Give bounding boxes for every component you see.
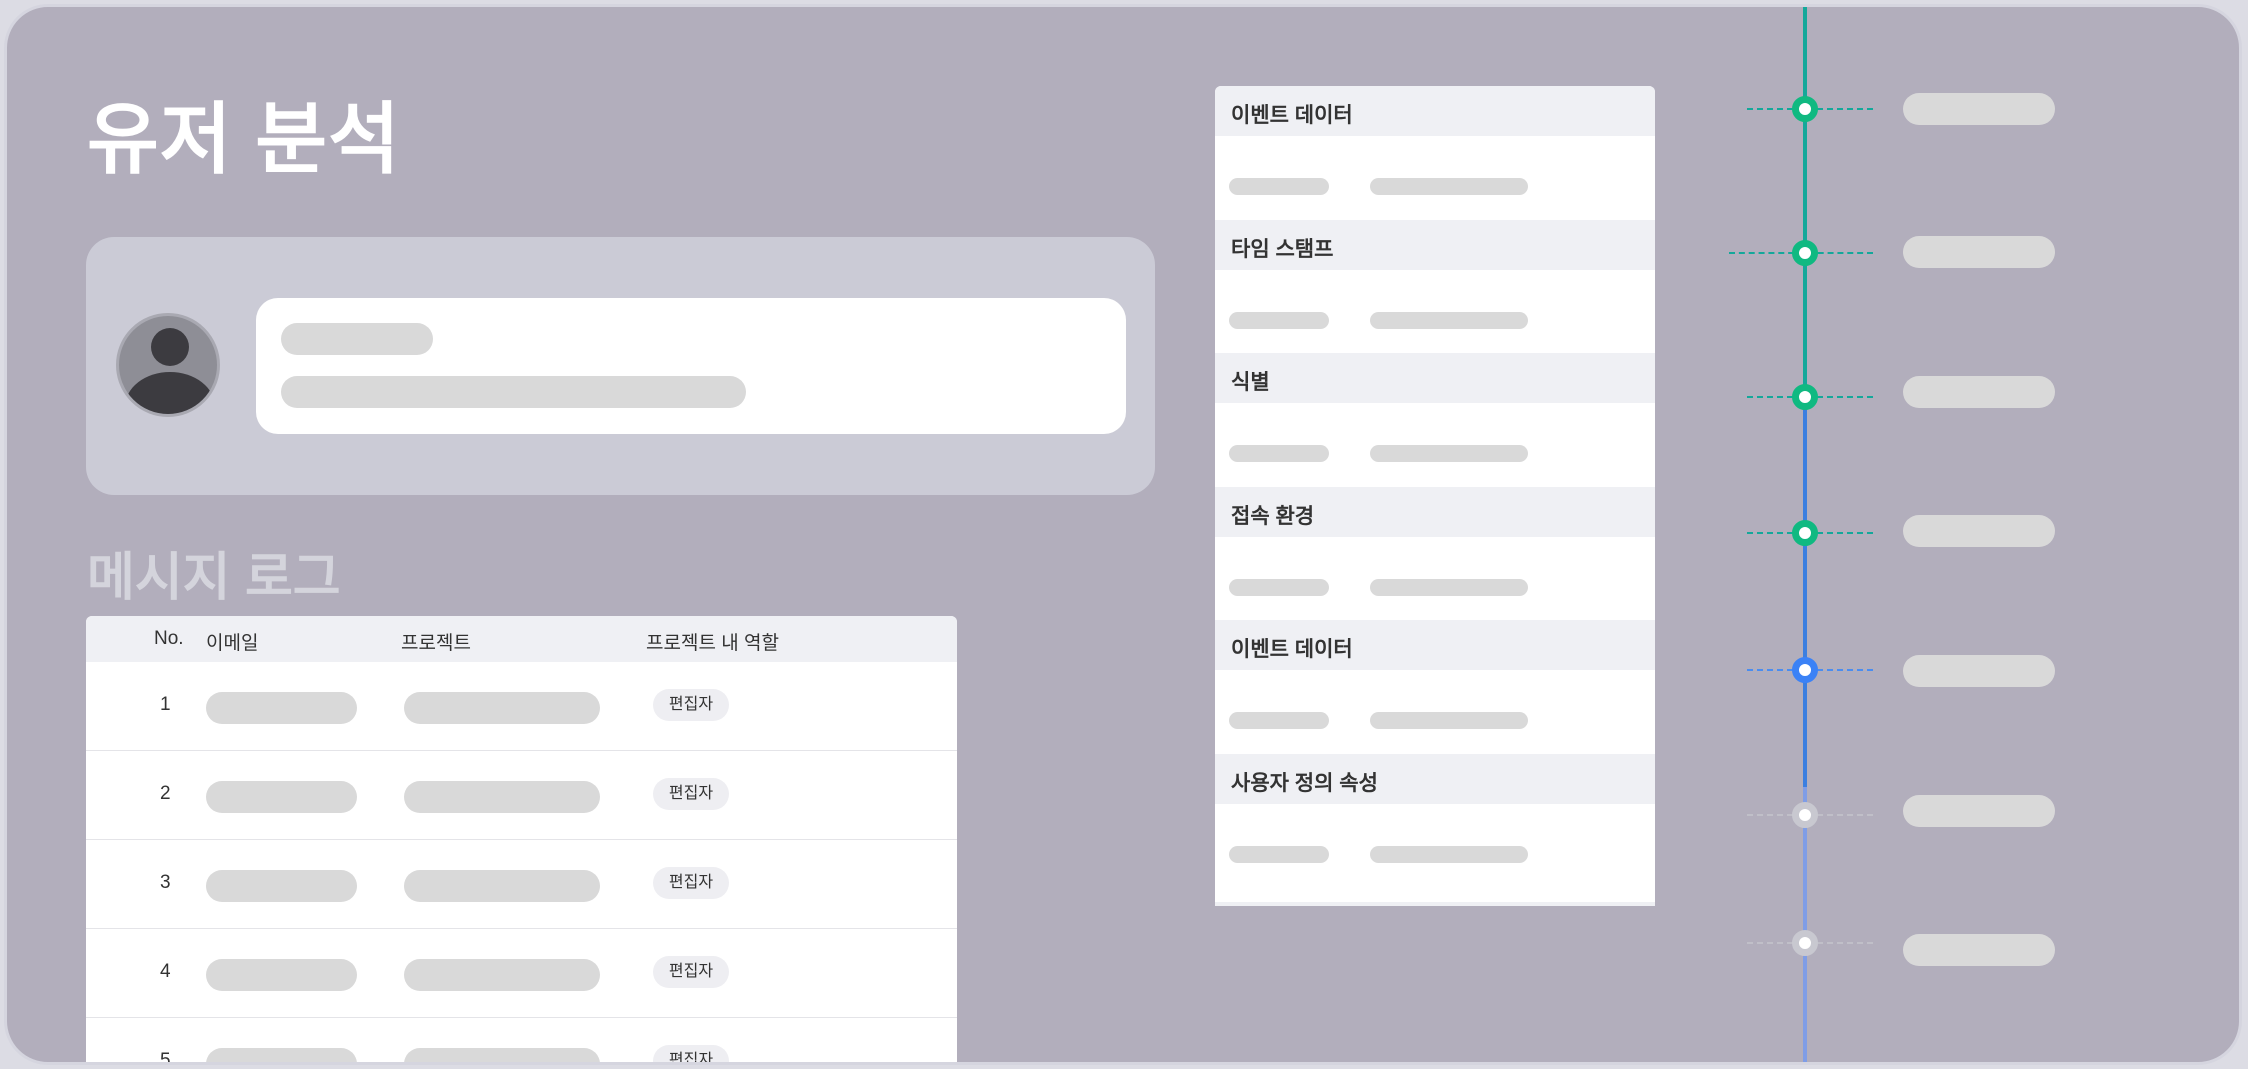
timeline-node[interactable] — [1792, 240, 1818, 266]
project-placeholder — [404, 1048, 600, 1062]
timeline-node[interactable] — [1792, 520, 1818, 546]
event-group-header: 식별 — [1215, 353, 1655, 403]
user-avatar-icon — [116, 313, 220, 417]
event-key-placeholder — [1229, 846, 1329, 863]
event-group-label: 접속 환경 — [1231, 505, 1315, 528]
timeline-node[interactable] — [1792, 96, 1818, 122]
user-detail-placeholder — [281, 376, 746, 408]
timeline-label-placeholder — [1903, 655, 2055, 687]
role-badge: 편집자 — [653, 1045, 729, 1062]
timeline-node[interactable] — [1792, 657, 1818, 683]
timeline-node[interactable] — [1792, 384, 1818, 410]
event-key-placeholder — [1229, 579, 1329, 596]
event-group-identity[interactable]: 식별 — [1215, 353, 1655, 487]
timeline-label-placeholder — [1903, 515, 2055, 547]
project-placeholder — [404, 959, 600, 991]
row-number: 2 — [160, 783, 171, 804]
event-group-label: 사용자 정의 속성 — [1231, 772, 1378, 795]
event-group-header: 이벤트 데이터 — [1215, 620, 1655, 670]
timeline-line-blue — [1803, 407, 1807, 787]
event-group-label: 식별 — [1231, 371, 1270, 394]
timeline-label-placeholder — [1903, 934, 2055, 966]
message-log-table: No. 이메일 프로젝트 프로젝트 내 역할 1 편집자 2 편집자 3 편집자… — [86, 616, 957, 1065]
event-value-placeholder — [1370, 712, 1528, 729]
row-number: 3 — [160, 872, 171, 893]
event-group-label: 이벤트 데이터 — [1231, 104, 1353, 127]
event-group-timestamp[interactable]: 타임 스탬프 — [1215, 220, 1655, 354]
table-row[interactable]: 3 편집자 — [86, 840, 957, 929]
timeline-label-placeholder — [1903, 93, 2055, 125]
event-key-placeholder — [1229, 312, 1329, 329]
event-group-custom-properties[interactable]: 사용자 정의 속성 — [1215, 754, 1655, 888]
user-info-box — [256, 298, 1126, 434]
event-value-placeholder — [1370, 312, 1528, 329]
event-group-event-data-2[interactable]: 이벤트 데이터 — [1215, 620, 1655, 754]
event-group-header: 사용자 정의 속성 — [1215, 754, 1655, 804]
role-badge: 편집자 — [653, 689, 729, 721]
email-placeholder — [206, 1048, 357, 1062]
timeline-node[interactable] — [1792, 930, 1818, 956]
timeline-line-faded — [1803, 787, 1807, 1062]
project-placeholder — [404, 692, 600, 724]
row-number: 4 — [160, 961, 171, 982]
event-group-environment[interactable]: 접속 환경 — [1215, 487, 1655, 621]
event-value-placeholder — [1370, 445, 1528, 462]
event-group-event-data[interactable]: 이벤트 데이터 — [1215, 86, 1655, 220]
column-header-no: No. — [154, 628, 184, 649]
project-placeholder — [404, 781, 600, 813]
column-header-project: 프로젝트 — [401, 633, 471, 654]
table-row[interactable]: 2 편집자 — [86, 751, 957, 840]
event-group-header: 타임 스탬프 — [1215, 220, 1655, 270]
project-placeholder — [404, 870, 600, 902]
email-placeholder — [206, 870, 357, 902]
event-key-placeholder — [1229, 445, 1329, 462]
email-placeholder — [206, 959, 357, 991]
event-group-label: 이벤트 데이터 — [1231, 638, 1353, 661]
table-row[interactable]: 4 편집자 — [86, 929, 957, 1018]
email-placeholder — [206, 781, 357, 813]
event-value-placeholder — [1370, 579, 1528, 596]
event-properties-panel: 이벤트 데이터 타임 스탬프 식별 접속 환경 이벤트 데이터 사용자 정의 속… — [1215, 86, 1655, 906]
timeline-label-placeholder — [1903, 236, 2055, 268]
page-title: 유저 분석 — [87, 95, 401, 183]
event-key-placeholder — [1229, 178, 1329, 195]
role-badge: 편집자 — [653, 778, 729, 810]
timeline-label-placeholder — [1903, 376, 2055, 408]
table-row[interactable]: 1 편집자 — [86, 662, 957, 751]
row-number: 1 — [160, 694, 171, 715]
timeline-label-placeholder — [1903, 795, 2055, 827]
event-key-placeholder — [1229, 712, 1329, 729]
table-header: No. 이메일 프로젝트 프로젝트 내 역할 — [86, 616, 957, 662]
event-group-header: 이벤트 데이터 — [1215, 86, 1655, 136]
user-profile-card — [86, 237, 1155, 495]
event-value-placeholder — [1370, 178, 1528, 195]
row-number: 5 — [160, 1050, 171, 1065]
user-name-placeholder — [281, 323, 433, 355]
column-header-role: 프로젝트 내 역할 — [646, 633, 779, 654]
role-badge: 편집자 — [653, 956, 729, 988]
table-row[interactable]: 5 편집자 — [86, 1018, 957, 1065]
timeline-node[interactable] — [1792, 802, 1818, 828]
message-log-title: 메시지 로그 — [87, 549, 341, 607]
event-value-placeholder — [1370, 846, 1528, 863]
column-header-email: 이메일 — [206, 633, 259, 654]
app-frame: 유저 분석 메시지 로그 No. 이메일 프로젝트 프로젝트 내 역할 1 편집… — [4, 4, 2242, 1065]
email-placeholder — [206, 692, 357, 724]
role-badge: 편집자 — [653, 867, 729, 899]
event-group-header: 접속 환경 — [1215, 487, 1655, 537]
event-group-label: 타임 스탬프 — [1231, 238, 1334, 261]
